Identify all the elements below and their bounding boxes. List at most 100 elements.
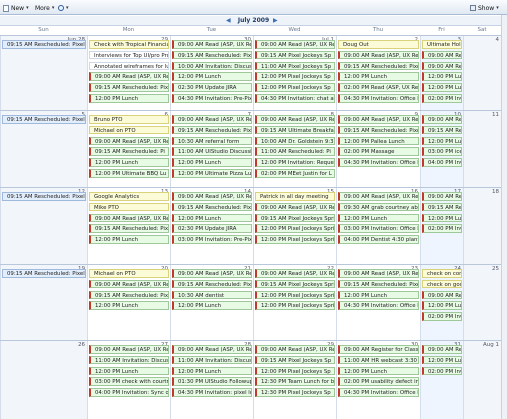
day-cell[interactable]: 2Doug Out09:00 AM Read (ASP, UX Ref09:15… [336, 36, 420, 110]
calendar-event[interactable]: 09:00 AM Rea [422, 290, 462, 300]
calendar-event[interactable]: 09:00 AM Read (ASP, UX Ref [172, 345, 252, 354]
calendar-event[interactable]: 02:00 PM Read (ASP, UX Ref [338, 83, 419, 92]
calendar-event[interactable]: 09:15 AM Rescheduled: Pixel [89, 83, 169, 92]
calendar-event[interactable]: 09:15 AM Pixel Jockeys Sp [255, 355, 335, 365]
calendar-event[interactable]: 12:00 PM Lun [422, 136, 462, 146]
calendar-event[interactable]: Mike PTO [89, 202, 169, 212]
calendar-event[interactable]: 10:00 AM Invitation: Discuss t [172, 61, 252, 71]
calendar-event[interactable]: 12:00 PM Invitation: Reque [255, 158, 335, 167]
day-cell[interactable]: 709:00 AM Read (ASP, UX Ref09:15 AM Resc… [170, 111, 253, 187]
calendar-event[interactable]: 09:00 AM Rea [422, 345, 462, 354]
calendar-event[interactable]: 12:00 PM Lun [422, 83, 462, 92]
calendar-event[interactable]: 12:00 PM Lunch [338, 213, 419, 223]
calendar-event[interactable]: Doug Out [338, 40, 419, 49]
calendar-event[interactable]: 09:15 AM Rescheduled: Pixel [89, 224, 169, 233]
calendar-event[interactable]: 10:00 AM Dr. Goldstein 9:3 [255, 136, 335, 146]
calendar-event[interactable]: 09:00 AM Res [422, 192, 462, 201]
day-cell[interactable]: 29Check with Tropical FinancialsIntervie… [87, 36, 170, 110]
calendar-event[interactable]: 09:15 AM Pixel Jockeys Sprin [255, 279, 335, 289]
calendar-event[interactable]: 02:00 PM Invi [422, 312, 462, 321]
day-cell[interactable]: 11 [463, 111, 501, 187]
day-cell[interactable]: Jun 2809:15 AM Rescheduled: Pixel [0, 36, 87, 110]
calendar-event[interactable]: 12:00 PM Pixel Jockeys Sp [255, 366, 335, 376]
day-cell[interactable]: 3109:00 AM Rea12:00 PM Lun02:00 PM Invi [420, 341, 463, 419]
day-number[interactable]: 25 [492, 266, 499, 272]
day-cell[interactable]: 509:15 AM Rescheduled: Pixel [0, 111, 87, 187]
calendar-event[interactable]: Google Analytics [89, 192, 169, 201]
calendar-event[interactable]: 09:00 AM Read (ASP, UX Ref [255, 115, 335, 124]
calendar-event[interactable]: 12:30 PM Team Lunch for bei [255, 377, 335, 386]
calendar-event[interactable]: 09:15 AM Pixel Jockeys Sp [255, 50, 335, 60]
day-cell[interactable]: 1909:15 AM Rescheduled: Pixel [0, 265, 87, 340]
calendar-event[interactable]: 12:00 PM Pallea Lunch [338, 136, 419, 146]
calendar-event[interactable]: 12:00 PM Lun [422, 355, 462, 365]
day-cell[interactable]: 18 [463, 188, 501, 264]
calendar-event[interactable]: 09:00 AM Register for Classes [338, 345, 419, 354]
calendar-event[interactable]: 04:00 PM Invi [422, 158, 462, 167]
calendar-event[interactable]: 02:00 PM Invi [422, 224, 462, 233]
day-cell[interactable]: 1609:00 AM Read (ASP, UX Ref09:30 AM gra… [336, 188, 420, 264]
day-cell[interactable]: 2209:00 AM Read (ASP, UX Ref09:15 AM Pix… [253, 265, 336, 340]
calendar-event[interactable]: 11:00 AM Pixel Jockeys Sp [255, 61, 335, 71]
calendar-event[interactable]: 12:00 PM Pixel Jockeys Sp [255, 83, 335, 92]
calendar-event[interactable]: 02:00 PM Invi [422, 94, 462, 103]
calendar-event[interactable]: 09:00 AM Read (ASP, UX Ref [172, 269, 252, 278]
calendar-event[interactable]: 09:15 AM Ultimate Breakfa [255, 125, 335, 135]
calendar-event[interactable]: 12:30 PM Pixel Jockeys Sp [255, 388, 335, 397]
calendar-event[interactable]: 09:15 AM Rescheduled: Pixel [338, 61, 419, 71]
calendar-event[interactable]: 02:00 PM Massage [338, 147, 419, 156]
calendar-event[interactable]: 09:15 AM Rescheduled: Pixel [172, 202, 252, 212]
day-cell[interactable]: 26 [0, 341, 87, 419]
calendar-event[interactable]: 09:15 AM Rea [422, 125, 462, 135]
calendar-event[interactable]: 09:30 AM grab courtney about [338, 202, 419, 212]
calendar-event[interactable]: 09:00 AM Read (ASP, UX Ref [255, 269, 335, 278]
day-cell[interactable]: 2109:00 AM Read (ASP, UX Ref09:15 AM Res… [170, 265, 253, 340]
calendar-event[interactable]: 09:00 AM Read (ASP, UX Ref [338, 115, 419, 124]
day-cell[interactable]: 3009:00 AM Register for Classes11:00 AM … [336, 341, 420, 419]
calendar-event[interactable]: 12:00 PM Pixel Jockeys Sprin [255, 301, 335, 310]
calendar-event[interactable]: 10:30 AM dentist [172, 290, 252, 300]
calendar-event[interactable]: 12:00 PM Lunch [89, 94, 169, 103]
calendar-event[interactable]: 12:00 PM Lunch [89, 366, 169, 376]
calendar-event[interactable]: 12:00 PM Pixel Jockeys Sprin [255, 290, 335, 300]
calendar-event[interactable]: 04:30 PM Invitation: Office Hou [338, 388, 419, 397]
calendar-event[interactable]: 11:00 AM Rescheduled: Pi [255, 147, 335, 156]
day-cell[interactable]: 1209:15 AM Rescheduled: Pixel [0, 188, 87, 264]
calendar-event[interactable]: 11:00 AM Invitation: Discuss th [89, 355, 169, 365]
more-button[interactable]: More ▾ [35, 3, 54, 13]
calendar-event[interactable]: 09:00 AM Read (ASP, UX Ref [172, 115, 252, 124]
calendar-event[interactable]: 09:00 AM Read (ASP, UX Ref [338, 50, 419, 60]
calendar-event[interactable]: 09:00 AM Read (ASP, UX Ref [172, 192, 252, 201]
calendar-event[interactable]: Interviews for Top UI/pro Proce [89, 50, 169, 60]
day-cell[interactable]: 3009:00 AM Read (ASP, UX Ref09:15 AM Res… [170, 36, 253, 110]
calendar-event[interactable]: 09:00 AM Read (ASP, UX Re [89, 136, 169, 146]
calendar-event[interactable]: 09:00 AM Res [422, 50, 462, 60]
calendar-event[interactable]: 09:15 AM Rescheduled: Pixel [89, 290, 169, 300]
calendar-event[interactable]: 09:15 AM Rescheduled: Pixel [172, 279, 252, 289]
calendar-event[interactable]: 09:00 AM Read (ASP, UX Ref [338, 269, 419, 278]
calendar-event[interactable]: 09:00 AM Read (ASP, UX Ref [338, 192, 419, 201]
calendar-event[interactable]: 12:00 PM Lunch [89, 235, 169, 244]
day-cell[interactable]: 4 [463, 36, 501, 110]
day-cell[interactable]: 13Google AnalyticsMike PTO09:00 AM Read … [87, 188, 170, 264]
calendar-event[interactable]: 12:00 PM Ultimate BBQ Lu [89, 169, 169, 178]
calendar-event[interactable]: 09:15 AM Rescheduled: Pixel [2, 192, 86, 201]
calendar-event[interactable]: 11:00 AM Invitation: Discuss t [172, 355, 252, 365]
new-button[interactable]: New ▾ [3, 3, 29, 13]
day-cell[interactable]: 1009:00 AM Res09:15 AM Rea12:00 PM Lun03… [420, 111, 463, 187]
calendar-event[interactable]: 12:00 PM Lunch [89, 301, 169, 310]
day-cell[interactable]: 3Ultimate Holida09:00 AM Res09:00 AM Rea… [420, 36, 463, 110]
calendar-event[interactable]: 04:30 PM Invitation: Office Hou [338, 94, 419, 103]
calendar-event[interactable]: 09:00 AM Read (ASP, UX Ref [255, 40, 335, 49]
calendar-event[interactable]: 03:00 PM check with courtney [89, 377, 169, 386]
calendar-event[interactable]: 12:00 PM Lunch [338, 290, 419, 300]
day-number[interactable]: 18 [492, 189, 499, 195]
calendar-event[interactable]: 09:15 AM Rescheduled: Pixel [338, 125, 419, 135]
calendar-event[interactable]: Annotated wireframes for luis re [89, 61, 169, 71]
calendar-event[interactable]: 09:15 AM Pixel Jockeys Sprin [255, 213, 335, 223]
calendar-event[interactable]: 02:00 PM Invi [422, 366, 462, 376]
calendar-event[interactable]: 02:00 PM MEet Justin for L [255, 169, 335, 178]
day-cell[interactable]: 909:00 AM Read (ASP, UX Ref09:15 AM Resc… [336, 111, 420, 187]
day-cell[interactable]: Jul 109:00 AM Read (ASP, UX Ref09:15 AM … [253, 36, 336, 110]
calendar-event[interactable]: 12:00 PM Lun [422, 301, 462, 310]
